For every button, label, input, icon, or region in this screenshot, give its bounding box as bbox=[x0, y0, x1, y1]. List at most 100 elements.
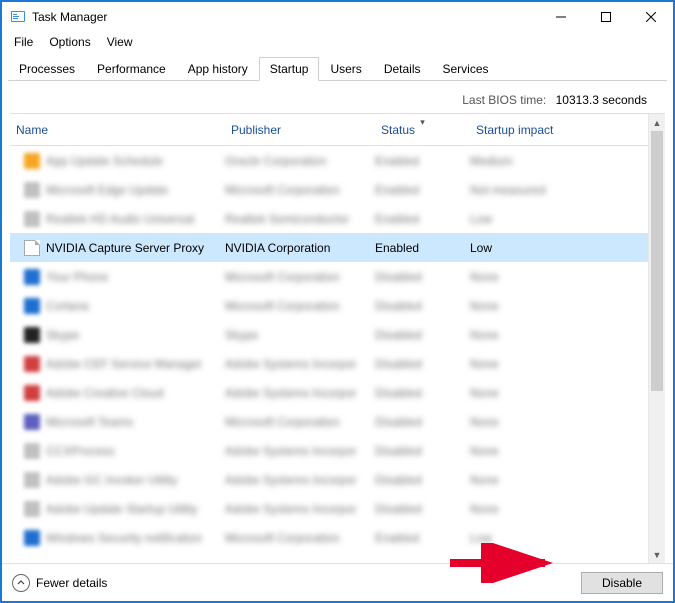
menu-view[interactable]: View bbox=[99, 33, 141, 51]
tab-performance[interactable]: Performance bbox=[86, 57, 177, 81]
row-name: Your Phone bbox=[46, 270, 108, 284]
row-publisher: Oracle Corporation bbox=[225, 154, 326, 168]
table-row[interactable]: CCXProcessAdobe Systems IncorporDisabled… bbox=[10, 436, 648, 465]
tab-services[interactable]: Services bbox=[432, 57, 500, 81]
maximize-icon bbox=[601, 12, 611, 22]
menu-file[interactable]: File bbox=[6, 33, 41, 51]
app-item-icon bbox=[24, 472, 40, 488]
task-manager-window: Task Manager File Options View Processes… bbox=[0, 0, 675, 603]
row-impact: None bbox=[470, 415, 499, 429]
row-status: Disabled bbox=[375, 299, 422, 313]
startup-table: Name Publisher ▾ Status Startup impact A… bbox=[10, 113, 665, 563]
titlebar: Task Manager bbox=[2, 2, 673, 32]
row-status: Disabled bbox=[375, 473, 422, 487]
fewer-details-label: Fewer details bbox=[36, 576, 107, 590]
app-item-icon bbox=[24, 356, 40, 372]
table-row[interactable]: Adobe CEF Service ManagerAdobe Systems I… bbox=[10, 349, 648, 378]
row-publisher: Microsoft Corporation bbox=[225, 531, 340, 545]
app-item-icon bbox=[24, 269, 40, 285]
table-row[interactable]: App Update Schedule Oracle Corporation Ena… bbox=[10, 146, 648, 175]
tab-users[interactable]: Users bbox=[319, 57, 372, 81]
column-impact[interactable]: Startup impact bbox=[470, 119, 590, 141]
table-row[interactable]: Realtek HD Audio UniversalRealtek Semico… bbox=[10, 204, 648, 233]
row-status: Enabled bbox=[375, 183, 419, 197]
row-publisher: Microsoft Corporation bbox=[225, 270, 340, 284]
chevron-up-icon bbox=[12, 574, 30, 592]
table-row[interactable]: Microsoft TeamsMicrosoft CorporationDisa… bbox=[10, 407, 648, 436]
vertical-scrollbar[interactable]: ▲ ▼ bbox=[648, 114, 665, 563]
bios-time: Last BIOS time: 10313.3 seconds bbox=[10, 81, 665, 113]
row-impact: Low bbox=[470, 531, 492, 545]
table-row[interactable]: Windows Security notification Microsoft C… bbox=[10, 523, 648, 552]
row-status: Disabled bbox=[375, 415, 422, 429]
footer: Fewer details Disable bbox=[2, 563, 673, 601]
tab-processes[interactable]: Processes bbox=[8, 57, 86, 81]
window-buttons bbox=[538, 2, 673, 32]
table-header: Name Publisher ▾ Status Startup impact bbox=[10, 114, 648, 146]
row-status: Enabled bbox=[375, 212, 419, 226]
minimize-icon bbox=[556, 12, 566, 22]
row-impact: None bbox=[470, 357, 499, 371]
row-name: Adobe GC Invoker Utility bbox=[46, 473, 177, 487]
row-status: Disabled bbox=[375, 386, 422, 400]
row-status: Enabled bbox=[375, 241, 419, 255]
row-impact: None bbox=[470, 386, 499, 400]
window-title: Task Manager bbox=[32, 10, 538, 24]
table-row[interactable]: NVIDIA Capture Server ProxyNVIDIA Corpor… bbox=[10, 233, 648, 262]
app-item-icon bbox=[24, 414, 40, 430]
row-publisher: Adobe Systems Incorpor bbox=[225, 473, 356, 487]
app-item-icon bbox=[24, 385, 40, 401]
row-name: Realtek HD Audio Universal bbox=[46, 212, 194, 226]
app-icon bbox=[10, 9, 26, 25]
row-name: Adobe CEF Service Manager bbox=[46, 357, 202, 371]
table-row[interactable]: Adobe Creative CloudAdobe Systems Incorp… bbox=[10, 378, 648, 407]
column-publisher[interactable]: Publisher bbox=[225, 119, 375, 141]
table-row[interactable]: Microsoft Edge UpdateMicrosoft Corporati… bbox=[10, 175, 648, 204]
fewer-details-button[interactable]: Fewer details bbox=[12, 574, 107, 592]
column-status-label: Status bbox=[381, 123, 415, 137]
table-row[interactable]: Adobe Update Startup UtilityAdobe System… bbox=[10, 494, 648, 523]
menubar: File Options View bbox=[2, 32, 673, 52]
maximize-button[interactable] bbox=[583, 2, 628, 32]
app-item-icon bbox=[24, 530, 40, 546]
app-item-icon bbox=[24, 298, 40, 314]
row-publisher: Microsoft Corporation bbox=[225, 415, 340, 429]
row-impact: None bbox=[470, 502, 499, 516]
disable-button[interactable]: Disable bbox=[581, 572, 663, 594]
row-status: Enabled bbox=[375, 154, 419, 168]
bios-value: 10313.3 seconds bbox=[556, 93, 647, 107]
row-impact: None bbox=[470, 270, 499, 284]
scroll-thumb[interactable] bbox=[651, 131, 663, 391]
row-impact: Not measured bbox=[470, 183, 545, 197]
close-button[interactable] bbox=[628, 2, 673, 32]
tab-startup[interactable]: Startup bbox=[259, 57, 320, 81]
row-name: CCXProcess bbox=[46, 444, 115, 458]
row-status: Disabled bbox=[375, 502, 422, 516]
bios-label: Last BIOS time: bbox=[462, 93, 546, 107]
table-row[interactable]: CortanaMicrosoft CorporationDisabledNone bbox=[10, 291, 648, 320]
app-item-icon bbox=[24, 182, 40, 198]
table-row[interactable]: SkypeSkypeDisabledNone bbox=[10, 320, 648, 349]
chevron-down-icon: ▾ bbox=[420, 117, 425, 128]
row-name: Cortana bbox=[46, 299, 89, 313]
row-name: Microsoft Edge Update bbox=[46, 183, 168, 197]
table-row[interactable]: Adobe GC Invoker Utility Adobe Systems In… bbox=[10, 465, 648, 494]
row-impact: None bbox=[470, 444, 499, 458]
app-item-icon bbox=[24, 153, 40, 169]
table-row[interactable]: Your PhoneMicrosoft CorporationDisabledN… bbox=[10, 262, 648, 291]
minimize-button[interactable] bbox=[538, 2, 583, 32]
scroll-down-icon[interactable]: ▼ bbox=[649, 546, 665, 563]
column-status[interactable]: ▾ Status bbox=[375, 119, 470, 141]
row-publisher: Adobe Systems Incorpor bbox=[225, 502, 356, 516]
file-icon bbox=[24, 240, 40, 256]
tab-details[interactable]: Details bbox=[373, 57, 432, 81]
row-publisher: Skype bbox=[225, 328, 258, 342]
tab-strip: Processes Performance App history Startu… bbox=[8, 56, 667, 81]
column-name[interactable]: Name bbox=[10, 119, 225, 141]
menu-options[interactable]: Options bbox=[41, 33, 98, 51]
tab-app-history[interactable]: App history bbox=[177, 57, 259, 81]
row-name: App Update Schedule bbox=[46, 154, 163, 168]
row-name: Windows Security notification bbox=[46, 531, 202, 545]
row-status: Disabled bbox=[375, 328, 422, 342]
scroll-up-icon[interactable]: ▲ bbox=[649, 114, 665, 131]
